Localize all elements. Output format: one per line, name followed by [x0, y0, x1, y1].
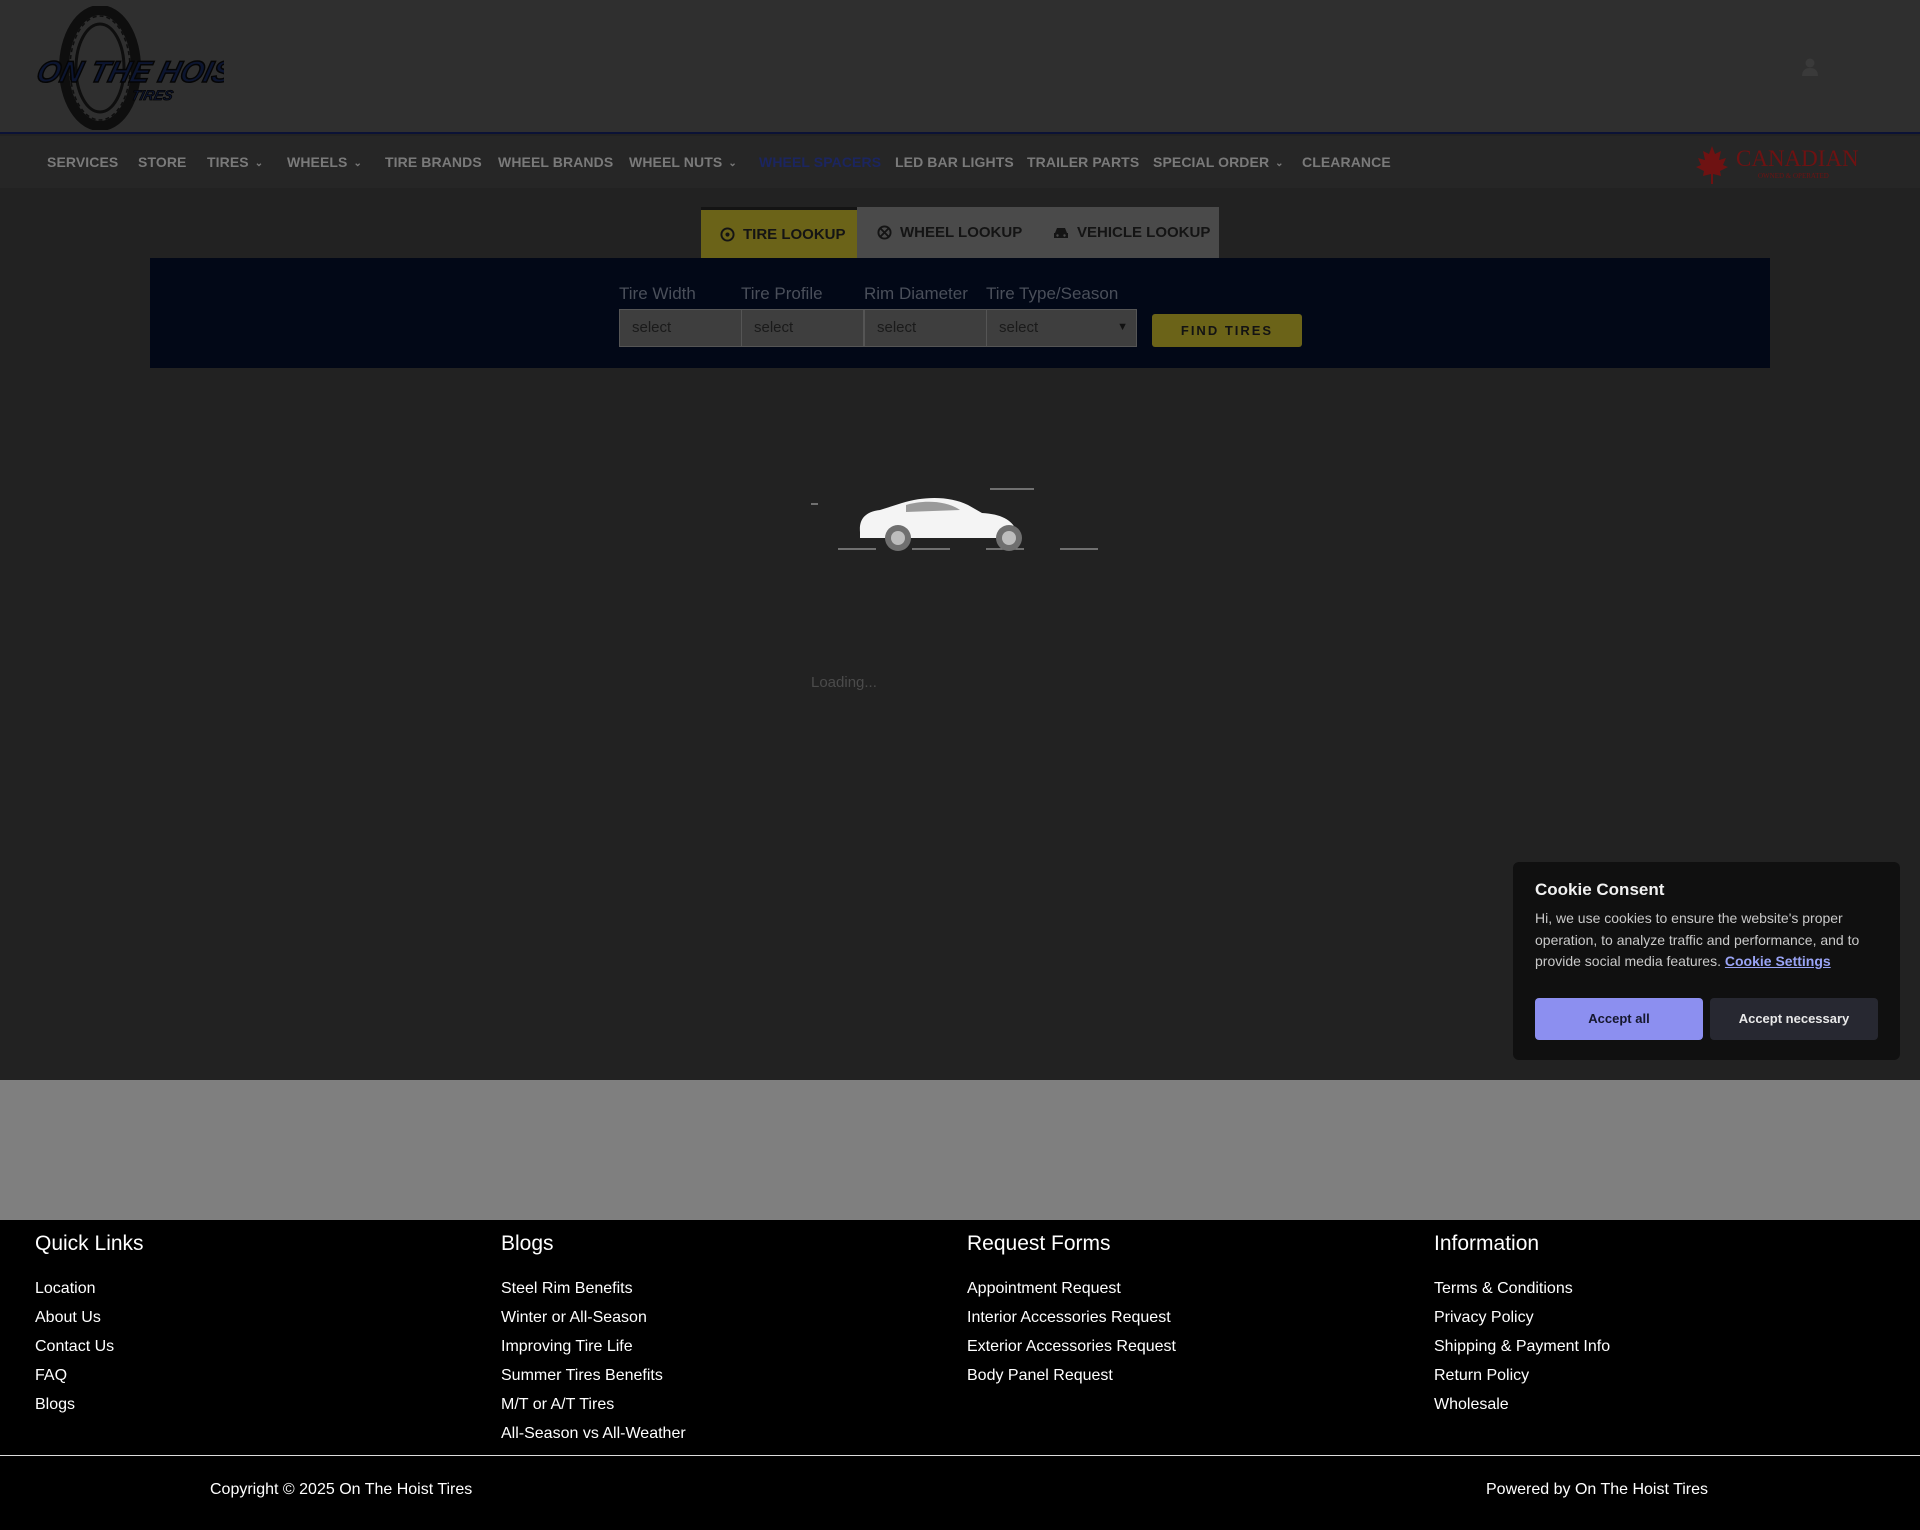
- nav-item-services[interactable]: SERVICES: [47, 154, 118, 170]
- user-icon[interactable]: [1799, 56, 1821, 78]
- footer-link-faq[interactable]: FAQ: [35, 1367, 144, 1396]
- footer-link-return-policy[interactable]: Return Policy: [1434, 1367, 1610, 1396]
- footer-column-information: Information Terms & Conditions Privacy P…: [1434, 1232, 1610, 1425]
- tire-width-label: Tire Width: [619, 284, 696, 303]
- footer-link-appointment-request[interactable]: Appointment Request: [967, 1280, 1176, 1309]
- nav-item-wheel-nuts[interactable]: WHEEL NUTS ⌄: [629, 154, 737, 170]
- svg-text:TIRES: TIRES: [130, 88, 176, 104]
- tab-wheel-lookup[interactable]: WHEEL LOOKUP: [877, 207, 1022, 258]
- footer-link-summer-tires-benefits[interactable]: Summer Tires Benefits: [501, 1367, 686, 1396]
- nav-item-wheels[interactable]: WHEELS ⌄: [287, 154, 362, 170]
- footer-link-shipping-payment-info[interactable]: Shipping & Payment Info: [1434, 1338, 1610, 1367]
- nav-item-wheel-spacers[interactable]: WHEEL SPACERS: [759, 154, 881, 170]
- footer-heading: Blogs: [501, 1232, 554, 1255]
- footer-column-quick-links: Quick Links Location About Us Contact Us…: [35, 1232, 144, 1425]
- tire-width-field[interactable]: select: [619, 309, 742, 347]
- accept-necessary-button[interactable]: Accept necessary: [1710, 998, 1878, 1040]
- svg-text:OWNED & OPERATED: OWNED & OPERATED: [1758, 172, 1829, 180]
- wheel-icon: [877, 225, 892, 240]
- footer-link-location[interactable]: Location: [35, 1280, 144, 1309]
- tire-type-season-select[interactable]: select ▼: [986, 309, 1137, 347]
- tire-search-panel: Tire Width Tire Profile Rim Diameter Tir…: [150, 258, 1770, 368]
- canadian-owned-logo: CANADIAN OWNED & OPERATED: [1696, 146, 1859, 184]
- footer-heading: Quick Links: [35, 1232, 144, 1255]
- footer-link-exterior-accessories-request[interactable]: Exterior Accessories Request: [967, 1338, 1176, 1367]
- tab-tire-lookup[interactable]: TIRE LOOKUP: [701, 207, 857, 258]
- footer-column-blogs: Blogs Steel Rim Benefits Winter or All-S…: [501, 1232, 686, 1454]
- accept-all-button[interactable]: Accept all: [1535, 998, 1703, 1040]
- svg-text:ON THE HOIST: ON THE HOIST: [33, 55, 224, 88]
- tire-type-season-label: Tire Type/Season: [986, 284, 1119, 303]
- nav-item-clearance[interactable]: CLEARANCE: [1302, 154, 1391, 170]
- copyright-text: Copyright © 2025 On The Hoist Tires: [210, 1481, 473, 1498]
- cookie-consent-dialog: Cookie Consent Hi, we use cookies to ens…: [1513, 862, 1900, 1060]
- site-logo[interactable]: ON THE HOIST TIRES: [24, 6, 224, 130]
- footer-divider: [0, 1455, 1920, 1456]
- tire-profile-label: Tire Profile: [741, 284, 823, 303]
- nav-item-special-order[interactable]: SPECIAL ORDER ⌄: [1153, 154, 1284, 170]
- loading-car-animation: [811, 488, 1098, 551]
- footer-column-request-forms: Request Forms Appointment Request Interi…: [967, 1232, 1176, 1396]
- footer-heading: Request Forms: [967, 1232, 1111, 1255]
- footer-link-improving-tire-life[interactable]: Improving Tire Life: [501, 1338, 686, 1367]
- cookie-consent-title: Cookie Consent: [1535, 880, 1665, 899]
- nav-item-store[interactable]: STORE: [138, 154, 186, 170]
- lookup-tabs: TIRE LOOKUP WHEEL LOOKUP VEHICLE LOOKUP: [701, 207, 1219, 258]
- footer-link-winter-or-all-season[interactable]: Winter or All-Season: [501, 1309, 686, 1338]
- chevron-down-icon: ⌄: [353, 158, 362, 169]
- find-tires-button[interactable]: FIND TIRES: [1152, 314, 1302, 347]
- nav-item-tires[interactable]: TIRES ⌄: [207, 154, 263, 170]
- chevron-down-icon: ⌄: [728, 158, 737, 169]
- footer-link-contact-us[interactable]: Contact Us: [35, 1338, 144, 1367]
- rim-diameter-field[interactable]: select: [864, 309, 987, 347]
- cookie-settings-link[interactable]: Cookie Settings: [1725, 953, 1831, 969]
- footer-link-body-panel-request[interactable]: Body Panel Request: [967, 1367, 1176, 1396]
- content-band: [0, 1080, 1920, 1220]
- footer-link-wholesale[interactable]: Wholesale: [1434, 1396, 1610, 1425]
- car-icon: [1054, 227, 1068, 238]
- loading-text: Loading...: [811, 674, 877, 691]
- footer-link-mt-or-at-tires[interactable]: M/T or A/T Tires: [501, 1396, 686, 1425]
- tire-icon: [720, 226, 735, 242]
- nav-item-wheel-brands[interactable]: WHEEL BRANDS: [498, 154, 613, 170]
- footer-link-steel-rim-benefits[interactable]: Steel Rim Benefits: [501, 1280, 686, 1309]
- tire-profile-field[interactable]: select: [741, 309, 864, 347]
- powered-by-text: Powered by On The Hoist Tires: [1486, 1481, 1709, 1498]
- tab-vehicle-lookup[interactable]: VEHICLE LOOKUP: [1053, 207, 1210, 258]
- svg-text:CANADIAN: CANADIAN: [1736, 146, 1859, 171]
- chevron-down-icon: ▼: [1117, 321, 1128, 333]
- rim-diameter-label: Rim Diameter: [864, 284, 968, 303]
- chevron-down-icon: ⌄: [254, 158, 264, 169]
- footer-heading: Information: [1434, 1232, 1540, 1255]
- main-nav: SERVICES STORE TIRES ⌄ WHEELS ⌄ TIRE BRAND…: [0, 136, 1920, 188]
- nav-item-tire-brands[interactable]: TIRE BRANDS: [385, 154, 482, 170]
- footer-link-about-us[interactable]: About Us: [35, 1309, 144, 1338]
- site-header: ON THE HOIST TIRES: [0, 0, 1920, 134]
- footer-link-interior-accessories-request[interactable]: Interior Accessories Request: [967, 1309, 1176, 1338]
- footer-link-all-season-vs-all-weather[interactable]: All-Season vs All-Weather: [501, 1425, 686, 1454]
- footer-link-privacy-policy[interactable]: Privacy Policy: [1434, 1309, 1610, 1338]
- footer-link-blogs[interactable]: Blogs: [35, 1396, 144, 1425]
- cookie-consent-message: Hi, we use cookies to ensure the website…: [1535, 910, 1860, 969]
- nav-item-trailer-parts[interactable]: TRAILER PARTS: [1027, 154, 1139, 170]
- nav-item-led-bar-lights[interactable]: LED BAR LIGHTS: [895, 154, 1014, 170]
- footer-link-terms-conditions[interactable]: Terms & Conditions: [1434, 1280, 1610, 1309]
- chevron-down-icon: ⌄: [1275, 158, 1284, 169]
